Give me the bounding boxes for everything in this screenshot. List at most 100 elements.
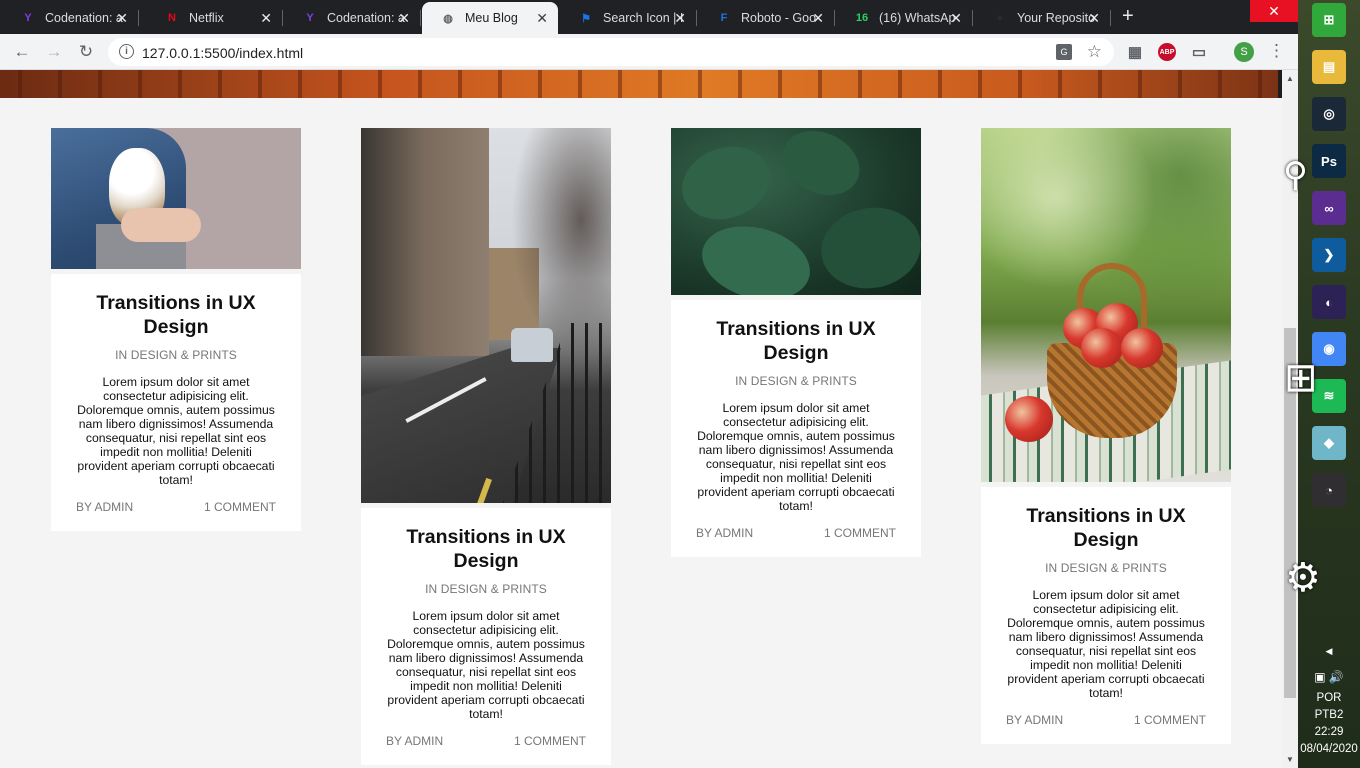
page-viewport: Transitions in UX Design IN DESIGN & PRI… <box>0 70 1282 768</box>
post-category[interactable]: IN DESIGN & PRINTS <box>361 582 611 596</box>
scroll-up-icon[interactable]: ▲ <box>1286 74 1294 83</box>
tab-separator <box>972 10 973 26</box>
forward-arrow-icon[interactable]: → <box>43 41 65 63</box>
browser-tab[interactable]: 16 (16) WhatsAp ✕ <box>836 2 973 34</box>
post-excerpt: Lorem ipsum dolor sit amet consectetur a… <box>77 375 275 487</box>
keyboard-layout[interactable]: PTB2 <box>1298 709 1360 721</box>
post-excerpt: Lorem ipsum dolor sit amet consectetur a… <box>697 401 895 513</box>
close-tab-icon[interactable]: ✕ <box>812 10 824 27</box>
translate-icon[interactable]: G <box>1056 44 1072 60</box>
post-comments[interactable]: 1 COMMENT <box>1134 713 1206 727</box>
post-title[interactable]: Transitions in UX Design <box>361 525 611 573</box>
extension-icon[interactable]: ▦ <box>1126 43 1144 61</box>
reload-icon[interactable]: ↻ <box>75 41 97 63</box>
post-card: Transitions in UX Design IN DESIGN & PRI… <box>361 128 611 765</box>
post-category[interactable]: IN DESIGN & PRINTS <box>51 348 301 362</box>
tab-title: Your Reposito <box>1017 11 1096 25</box>
close-tab-icon[interactable]: ✕ <box>398 10 410 27</box>
clock-date[interactable]: 08/04/2020 <box>1298 743 1360 755</box>
whatsapp-icon: 16 <box>855 12 869 24</box>
app-icon[interactable]: ◆ <box>1312 426 1346 460</box>
close-tab-icon[interactable]: ✕ <box>116 10 128 27</box>
post-meta: BY ADMIN 1 COMMENT <box>361 734 611 765</box>
browser-menu-icon[interactable]: ⋮ <box>1268 41 1285 61</box>
address-bar[interactable]: i 127.0.0.1:5500/index.html G ☆ <box>108 38 1114 66</box>
codenation-icon: Y <box>306 12 314 24</box>
magnifier-icon[interactable]: ⚲ <box>1283 155 1308 195</box>
post-comments[interactable]: 1 COMMENT <box>824 526 896 540</box>
file-explorer-icon[interactable]: ▤ <box>1312 50 1346 84</box>
close-tab-icon[interactable]: ✕ <box>1088 10 1100 27</box>
tab-separator <box>282 10 283 26</box>
windows-logo-icon[interactable]: ⊞ <box>1284 355 1318 401</box>
post-image-street <box>361 128 611 508</box>
tab-separator <box>420 10 421 26</box>
tab-separator <box>1110 10 1111 26</box>
tab-separator <box>138 10 139 26</box>
window-close-button[interactable]: ✕ <box>1250 0 1298 22</box>
post-image-kitten <box>51 128 301 274</box>
close-tab-icon[interactable]: ✕ <box>674 10 686 27</box>
post-author[interactable]: BY ADMIN <box>386 734 443 748</box>
eclipse-icon[interactable]: ◐ <box>1312 285 1346 319</box>
tab-title: Codenation: a <box>45 11 123 25</box>
post-category[interactable]: IN DESIGN & PRINTS <box>981 561 1231 575</box>
browser-toolbar: ← → ↻ i 127.0.0.1:5500/index.html G ☆ ▦ A… <box>0 34 1298 70</box>
network-volume-icons[interactable]: ▣ 🔊 <box>1298 670 1360 684</box>
post-meta: BY ADMIN 1 COMMENT <box>671 526 921 557</box>
browser-tab[interactable]: F Roboto - Goo ✕ <box>698 2 835 34</box>
post-meta: BY ADMIN 1 COMMENT <box>981 713 1231 744</box>
browser-tab[interactable]: Y Codenation: a ✕ <box>284 2 421 34</box>
windows-start-icon[interactable]: ⊞ <box>1312 3 1346 37</box>
post-title[interactable]: Transitions in UX Design <box>51 291 301 339</box>
adblock-icon[interactable]: ABP <box>1158 43 1176 61</box>
post-author[interactable]: BY ADMIN <box>1006 713 1063 727</box>
tray-expand-icon[interactable]: ◀ <box>1298 646 1360 657</box>
visual-studio-icon[interactable]: ∞ <box>1312 191 1346 225</box>
post-excerpt: Lorem ipsum dolor sit amet consectetur a… <box>1007 588 1205 700</box>
steam-icon[interactable]: ◎ <box>1312 97 1346 131</box>
new-tab-button[interactable]: + <box>1122 5 1134 28</box>
browser-tab[interactable]: ⚑ Search Icon | I ✕ <box>560 2 697 34</box>
hero-banner <box>0 70 1282 98</box>
bookmark-star-icon[interactable]: ☆ <box>1087 42 1102 62</box>
browser-tab[interactable]: ● Your Reposito ✕ <box>974 2 1111 34</box>
browser-tab[interactable]: N Netflix ✕ <box>146 2 283 34</box>
cast-icon[interactable]: ▭ <box>1190 43 1208 61</box>
post-author[interactable]: BY ADMIN <box>76 500 133 514</box>
scroll-down-icon[interactable]: ▼ <box>1286 755 1294 764</box>
post-category[interactable]: IN DESIGN & PRINTS <box>671 374 921 388</box>
codenation-icon: Y <box>24 12 32 24</box>
post-image-apples <box>981 128 1231 487</box>
settings-gear-icon[interactable]: ⚙ <box>1285 555 1321 601</box>
post-comments[interactable]: 1 COMMENT <box>514 734 586 748</box>
back-arrow-icon[interactable]: ← <box>11 41 33 63</box>
tab-strip: Y Codenation: a ✕ N Netflix ✕ Y Codenation: a ✕ ◍… <box>0 0 1298 34</box>
post-title[interactable]: Transitions in UX Design <box>981 504 1231 552</box>
close-tab-icon[interactable]: ✕ <box>260 10 272 27</box>
tab-title: Roboto - Goo <box>741 11 817 25</box>
post-meta: BY ADMIN 1 COMMENT <box>51 500 301 531</box>
photoshop-icon[interactable]: Ps <box>1312 144 1346 178</box>
flag-icon: ⚑ <box>581 12 591 25</box>
browser-tab[interactable]: ◍ Meu Blog ✕ <box>422 2 558 34</box>
tab-title: (16) WhatsAp <box>879 11 956 25</box>
clock-time[interactable]: 22:29 <box>1298 726 1360 738</box>
close-tab-icon[interactable]: ✕ <box>536 10 548 27</box>
profile-avatar[interactable]: S <box>1234 42 1254 62</box>
google-fonts-icon: F <box>720 12 728 24</box>
input-language[interactable]: POR <box>1298 692 1360 704</box>
post-title[interactable]: Transitions in UX Design <box>671 317 921 365</box>
netflix-icon: N <box>168 12 176 24</box>
url-text[interactable]: 127.0.0.1:5500/index.html <box>142 45 303 61</box>
obs-icon[interactable]: ◔ <box>1312 473 1346 507</box>
browser-tab[interactable]: Y Codenation: a ✕ <box>2 2 139 34</box>
tab-title: Codenation: a <box>327 11 405 25</box>
post-image-leaves <box>671 128 921 300</box>
site-info-icon[interactable]: i <box>119 44 134 59</box>
post-author[interactable]: BY ADMIN <box>696 526 753 540</box>
vscode-icon[interactable]: ❯ <box>1312 238 1346 272</box>
close-tab-icon[interactable]: ✕ <box>950 10 962 27</box>
post-excerpt: Lorem ipsum dolor sit amet consectetur a… <box>387 609 585 721</box>
post-comments[interactable]: 1 COMMENT <box>204 500 276 514</box>
